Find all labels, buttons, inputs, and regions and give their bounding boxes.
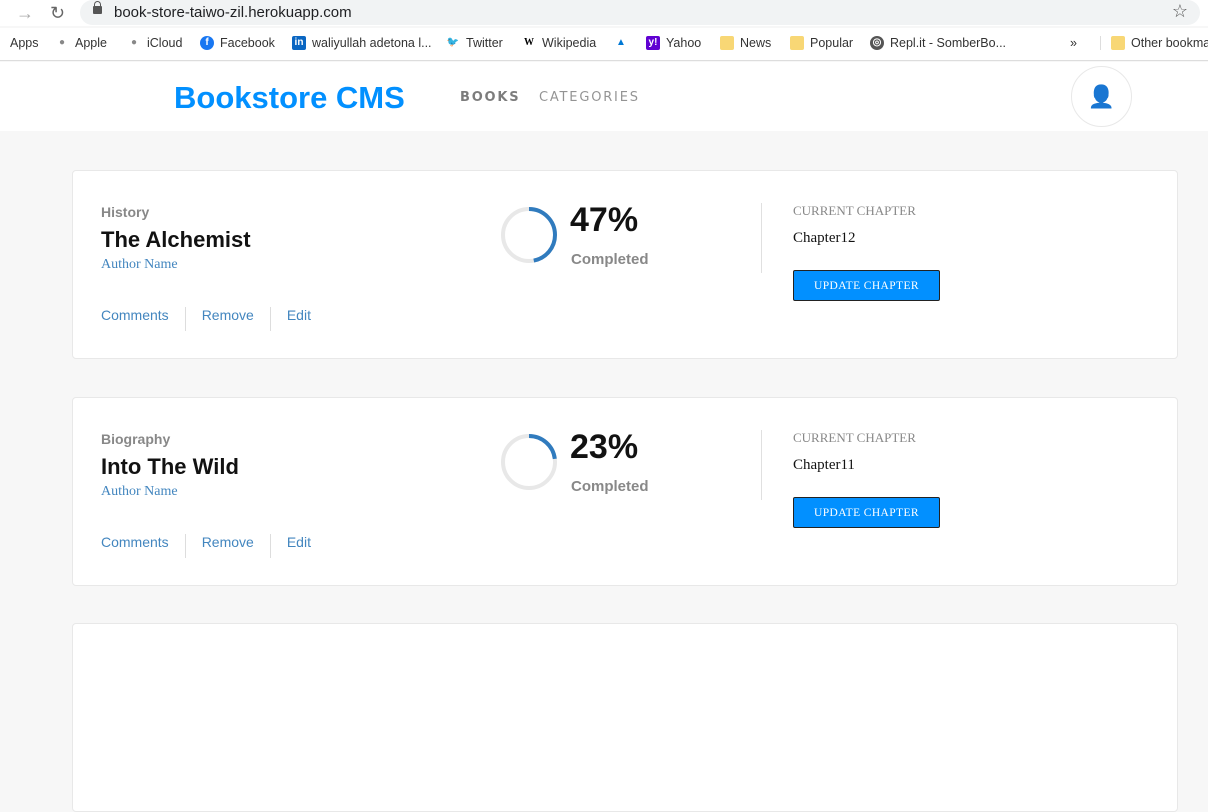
current-chapter: Chapter11 (793, 457, 855, 473)
completed-label: Completed (571, 478, 649, 495)
user-avatar-button[interactable]: 👤 (1071, 66, 1132, 127)
book-card (72, 623, 1178, 812)
progress-ring (501, 434, 557, 490)
book-actions: Comments Remove Edit (101, 534, 327, 558)
current-chapter-label: CURRENT CHAPTER (793, 203, 916, 218)
divider (761, 203, 762, 273)
book-title: Into The Wild (101, 454, 239, 479)
book-actions: Comments Remove Edit (101, 307, 327, 331)
book-title: The Alchemist (101, 227, 251, 252)
progress-percent: 23% (570, 428, 639, 466)
more-bookmarks[interactable]: » (1070, 36, 1077, 50)
lock-icon (93, 1, 102, 14)
bookmark-facebook[interactable]: f Facebook (200, 36, 275, 50)
book-card: Biography Into The Wild Author Name Comm… (72, 397, 1178, 586)
bookmark-twitter[interactable]: 🐦 Twitter (446, 36, 503, 50)
url-text: book-store-taiwo-zil.herokuapp.com (114, 4, 352, 21)
logo[interactable]: Bookstore CMS (174, 80, 405, 116)
book-author[interactable]: Author Name (101, 484, 178, 500)
bookmark-news[interactable]: News (720, 36, 771, 50)
forward-icon[interactable]: → (16, 3, 34, 24)
book-card: History The Alchemist Author Name Commen… (72, 170, 1178, 359)
book-author[interactable]: Author Name (101, 257, 178, 273)
browser-toolbar: → ↻ book-store-taiwo-zil.herokuapp.com ☆ (0, 0, 1208, 26)
facebook-icon: f (200, 36, 214, 50)
divider (761, 430, 762, 500)
edit-button[interactable]: Edit (271, 534, 327, 558)
bookmark-popular[interactable]: Popular (790, 36, 853, 50)
bookmark-azure[interactable]: ▲ (614, 36, 628, 50)
edit-button[interactable]: Edit (271, 307, 327, 331)
linkedin-icon: in (292, 36, 306, 50)
bookmark-label: Apple (75, 36, 107, 50)
bookmark-label: Popular (810, 36, 854, 50)
bookmark-label: Wikipedia (542, 36, 597, 50)
bookmark-label: iCloud (147, 36, 183, 50)
bookmark-label: waliyullah adetona l... (312, 36, 432, 50)
folder-icon (790, 36, 804, 50)
bookmark-label: Facebook (220, 36, 275, 50)
yahoo-icon: y! (646, 36, 660, 50)
remove-button[interactable]: Remove (186, 307, 271, 331)
comments-button[interactable]: Comments (101, 534, 186, 558)
app-header: Bookstore CMS BOOKS CATEGORIES 👤 (0, 62, 1208, 131)
other-bookmarks[interactable]: Other bookmarks (1100, 36, 1208, 50)
folder-icon (720, 36, 734, 50)
reload-icon[interactable]: ↻ (50, 3, 65, 24)
address-bar[interactable]: book-store-taiwo-zil.herokuapp.com ☆ (80, 0, 1200, 25)
update-chapter-button[interactable]: UPDATE CHAPTER (793, 270, 940, 301)
remove-button[interactable]: Remove (186, 534, 271, 558)
star-icon[interactable]: ☆ (1172, 1, 1188, 22)
nav-categories[interactable]: CATEGORIES (539, 90, 640, 105)
progress-percent: 47% (570, 201, 639, 239)
update-chapter-button[interactable]: UPDATE CHAPTER (793, 497, 940, 528)
replit-icon: ◎ (870, 36, 884, 50)
bookmark-label: Other bookmarks (1131, 36, 1208, 50)
bookmark-apple[interactable]: ● Apple (55, 36, 107, 50)
book-category: Biography (101, 431, 171, 447)
twitter-icon: 🐦 (446, 37, 460, 48)
bookmark-label: Apps (10, 36, 39, 50)
current-chapter-label: CURRENT CHAPTER (793, 430, 916, 445)
bookmark-linkedin[interactable]: in waliyullah adetona l... (292, 36, 432, 50)
nav-books[interactable]: BOOKS (460, 90, 520, 105)
folder-icon (1111, 36, 1125, 50)
wikipedia-icon: W (524, 37, 534, 48)
user-icon: 👤 (1087, 83, 1116, 109)
bookmark-icloud[interactable]: ● iCloud (127, 36, 182, 50)
bookmarks-bar: Apps ● Apple ● iCloud f Facebook in waliyull… (0, 28, 1208, 61)
bookmark-label: Twitter (466, 36, 503, 50)
bookmark-label: Repl.it - SomberBo... (890, 36, 1007, 50)
bookmark-replit[interactable]: ◎ Repl.it - SomberBo... (870, 36, 1006, 50)
book-category: History (101, 204, 150, 220)
azure-icon: ▲ (616, 37, 626, 48)
bookmark-label: Yahoo (666, 36, 702, 50)
progress-ring (501, 207, 557, 263)
bookmark-yahoo[interactable]: y! Yahoo (646, 36, 701, 50)
completed-label: Completed (571, 251, 649, 268)
comments-button[interactable]: Comments (101, 307, 186, 331)
bookmark-wikipedia[interactable]: W Wikipedia (522, 36, 596, 50)
apple-icon: ● (58, 37, 66, 48)
current-chapter: Chapter12 (793, 230, 856, 246)
bookmark-apps[interactable]: Apps (10, 36, 39, 50)
chevron-double-icon: » (1070, 36, 1077, 50)
bookmark-label: News (740, 36, 772, 50)
apple-icon: ● (130, 37, 138, 48)
